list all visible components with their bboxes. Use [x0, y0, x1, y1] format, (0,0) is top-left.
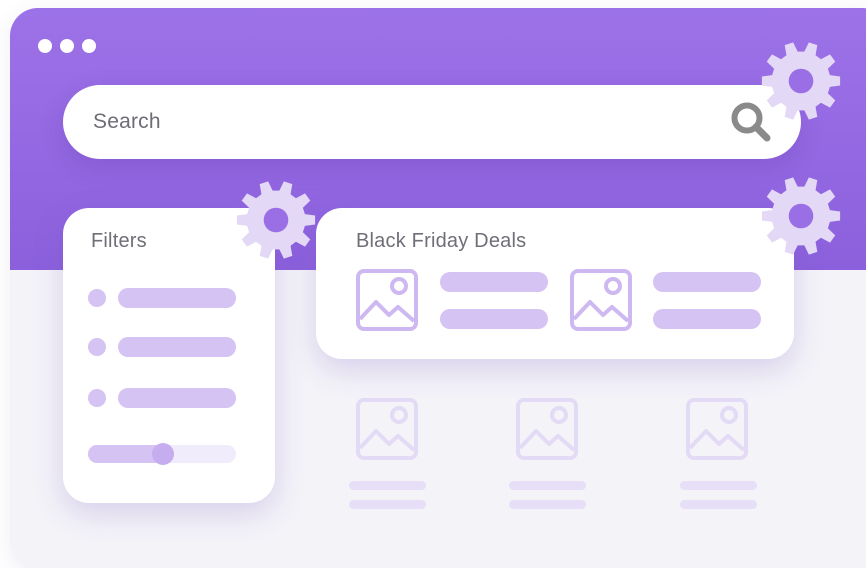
- image-placeholder-icon: [516, 398, 578, 460]
- deal-text-line: [653, 272, 761, 292]
- search-bar[interactable]: Search: [63, 85, 801, 159]
- placeholder-line: [349, 500, 426, 509]
- deals-title: Black Friday Deals: [356, 230, 527, 252]
- filter-option-bullet[interactable]: [88, 389, 106, 407]
- image-placeholder-icon[interactable]: [356, 269, 418, 331]
- range-slider-handle[interactable]: [152, 443, 175, 465]
- window-dot-1[interactable]: [38, 39, 52, 53]
- gear-icon[interactable]: [760, 175, 842, 257]
- gear-icon[interactable]: [760, 40, 842, 122]
- deal-text-line: [440, 309, 548, 329]
- placeholder-line: [509, 481, 586, 490]
- image-placeholder-icon: [686, 398, 748, 460]
- placeholder-line: [680, 481, 757, 490]
- deal-text-line: [653, 309, 761, 329]
- image-placeholder-icon[interactable]: [570, 269, 632, 331]
- window-dot-3[interactable]: [82, 39, 96, 53]
- deal-text-line: [440, 272, 548, 292]
- gear-icon[interactable]: [235, 179, 317, 261]
- filter-option-bullet[interactable]: [88, 338, 106, 356]
- filter-option-label: [118, 388, 236, 408]
- window-controls: [38, 39, 96, 53]
- deals-panel: Black Friday Deals: [316, 208, 794, 359]
- search-input[interactable]: Search: [93, 110, 161, 134]
- image-placeholder-icon: [356, 398, 418, 460]
- window-dot-2[interactable]: [60, 39, 74, 53]
- placeholder-line: [349, 481, 426, 490]
- range-slider[interactable]: [88, 443, 236, 465]
- filter-option-label: [118, 288, 236, 308]
- filter-option[interactable]: [88, 388, 236, 408]
- placeholder-line: [509, 500, 586, 509]
- filter-option-label: [118, 337, 236, 357]
- filter-option[interactable]: [88, 337, 236, 357]
- filter-option-bullet[interactable]: [88, 289, 106, 307]
- filter-option[interactable]: [88, 288, 236, 308]
- filters-title: Filters: [91, 230, 147, 252]
- placeholder-line: [680, 500, 757, 509]
